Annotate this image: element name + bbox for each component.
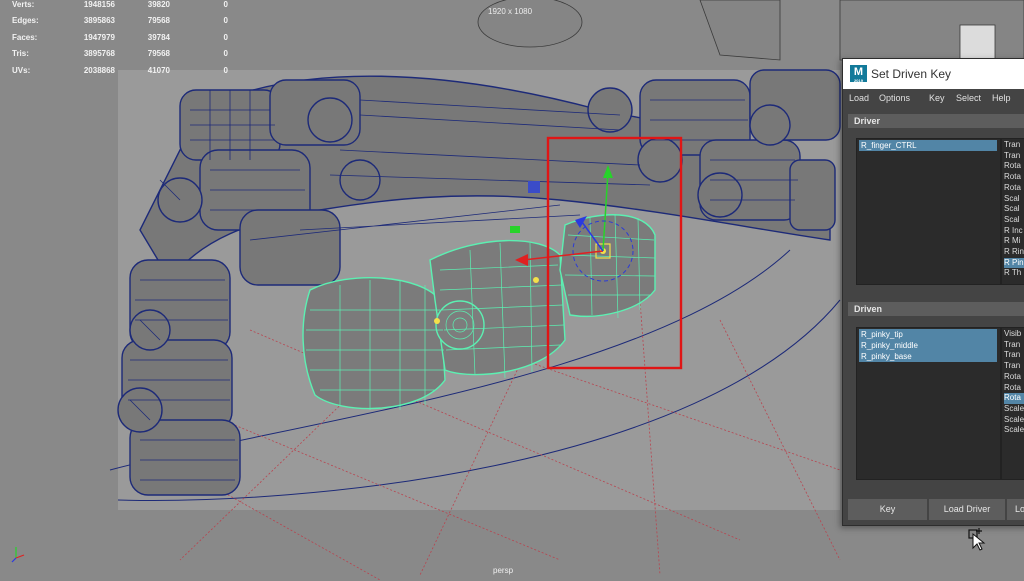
pivot-marker-middle[interactable] [533,277,539,283]
hud-value: 0 [223,16,228,25]
driven-attr-item[interactable]: Tran [1004,350,1020,361]
hud-value: 1947979 [83,33,115,42]
driven-attr-item[interactable]: Rota [1004,372,1021,383]
hud-label: UVs: [12,66,31,75]
plane-handle-green-icon [510,226,520,233]
hud-row-tris: Tris: 3895768 79568 0 [12,49,242,60]
driver-attr-item[interactable]: Tran [1004,140,1020,151]
hud-value: 2038868 [83,66,115,75]
set-driven-key-window[interactable]: M 2019 Set Driven Key Load Options Key S… [842,58,1024,526]
hud-value: 79568 [147,49,170,58]
driver-attr-item[interactable]: R Th [1004,268,1021,279]
hud-value: 3895768 [83,49,115,58]
maya-logo-version: 2019 [854,78,863,83]
driver-object-item[interactable]: R_finger_CTRL [859,140,997,151]
hud-value: 41070 [147,66,170,75]
load-driver-button[interactable]: Load Driver [929,499,1005,520]
driven-attr-item[interactable]: Tran [1004,340,1020,351]
driver-attr-item[interactable]: Rota [1004,172,1021,183]
window-title-bar[interactable]: M 2019 Set Driven Key [843,59,1024,89]
driven-attr-item[interactable]: Visib [1004,329,1021,340]
hud-row-verts: Verts: 1948156 39820 0 [12,0,242,11]
driven-object-item[interactable]: R_pinky_tip [859,329,997,340]
key-button[interactable]: Key [848,499,927,520]
pinky-base-mesh [559,214,656,317]
hud-label: Faces: [12,33,38,42]
hud-value: 0 [223,33,228,42]
hud-value: 3895863 [83,16,115,25]
pivot-marker-tip[interactable] [434,318,440,324]
hud-label: Tris: [12,49,29,58]
resolution-gate-label: 1920 x 1080 [488,7,533,16]
menu-bar: Load Options Key Select Help [843,89,1024,106]
axis-triad [11,547,25,563]
driver-attr-item[interactable]: Scal [1004,215,1020,226]
camera-name-label: persp [493,566,514,575]
hud-value: 1948156 [83,0,115,9]
driven-object-list[interactable]: R_pinky_tip R_pinky_middle R_pinky_base [856,327,1001,480]
plane-handle-icon [528,181,540,193]
hud-row-uvs: UVs: 2038868 41070 0 [12,66,242,77]
mouse-cursor-icon [968,528,986,551]
menu-key[interactable]: Key [929,93,945,103]
driven-section-header[interactable]: Driven [848,302,1024,316]
driver-attr-item[interactable]: R Mi [1004,236,1020,247]
menu-load[interactable]: Load [849,93,869,103]
driver-attribute-list[interactable]: Tran Tran Rota Rota Rota Scal Scal Scal … [1001,138,1024,285]
hud-value: 0 [223,49,228,58]
hud-value: 0 [223,0,228,9]
driver-attr-item[interactable]: Tran [1004,151,1020,162]
driven-attr-item[interactable]: Scale [1004,404,1024,415]
view-cube [959,24,996,60]
maya-logo-letter: M [853,66,864,78]
pinky-tip-mesh [302,277,446,410]
pinky-joint-mesh [435,300,485,350]
driver-attr-item-selected[interactable]: R Pin [1004,257,1024,269]
driver-attr-item[interactable]: R Inc [1004,226,1023,237]
hud-value: 39820 [147,0,170,9]
button-bar: Key Load Driver Lo [848,499,1024,521]
driven-attr-item-selected[interactable]: Rota [1004,393,1024,404]
window-title: Set Driven Key [871,67,952,81]
hud-value: 0 [223,66,228,75]
menu-options[interactable]: Options [879,93,910,103]
driver-attr-item[interactable]: Scal [1004,194,1020,205]
driver-attr-item[interactable]: Rota [1004,183,1021,194]
hud-row-faces: Faces: 1947979 39784 0 [12,33,242,44]
driven-attr-item[interactable]: Scale [1004,415,1024,426]
menu-select[interactable]: Select [956,93,981,103]
load-driven-button[interactable]: Lo [1007,499,1024,520]
hud-value: 39784 [147,33,170,42]
driven-object-item[interactable]: R_pinky_middle [859,340,997,351]
hud-row-edges: Edges: 3895863 79568 0 [12,16,242,27]
menu-help[interactable]: Help [992,93,1011,103]
driven-object-item[interactable]: R_pinky_base [859,351,997,362]
driver-attr-item[interactable]: Rota [1004,161,1021,172]
top-background-object [477,0,1024,61]
driven-attr-item[interactable]: Tran [1004,361,1020,372]
driven-attr-item[interactable]: Scale [1004,425,1024,436]
maya-logo-icon: M 2019 [850,65,867,83]
hud-label: Edges: [12,16,39,25]
driver-section-title: Driver [854,116,881,126]
hud-value: 79568 [147,16,170,25]
driver-object-list[interactable]: R_finger_CTRL [856,138,1001,285]
driven-attribute-list[interactable]: Visib Tran Tran Tran Rota Rota Rota Scal… [1001,327,1024,480]
hud-label: Verts: [12,0,35,9]
driven-attr-item[interactable]: Rota [1004,383,1021,394]
driver-attr-item[interactable]: Scal [1004,204,1020,215]
driver-section-header[interactable]: Driver [848,114,1024,128]
driven-section-title: Driven [854,304,883,314]
driver-attr-item[interactable]: R Rin [1004,247,1024,258]
